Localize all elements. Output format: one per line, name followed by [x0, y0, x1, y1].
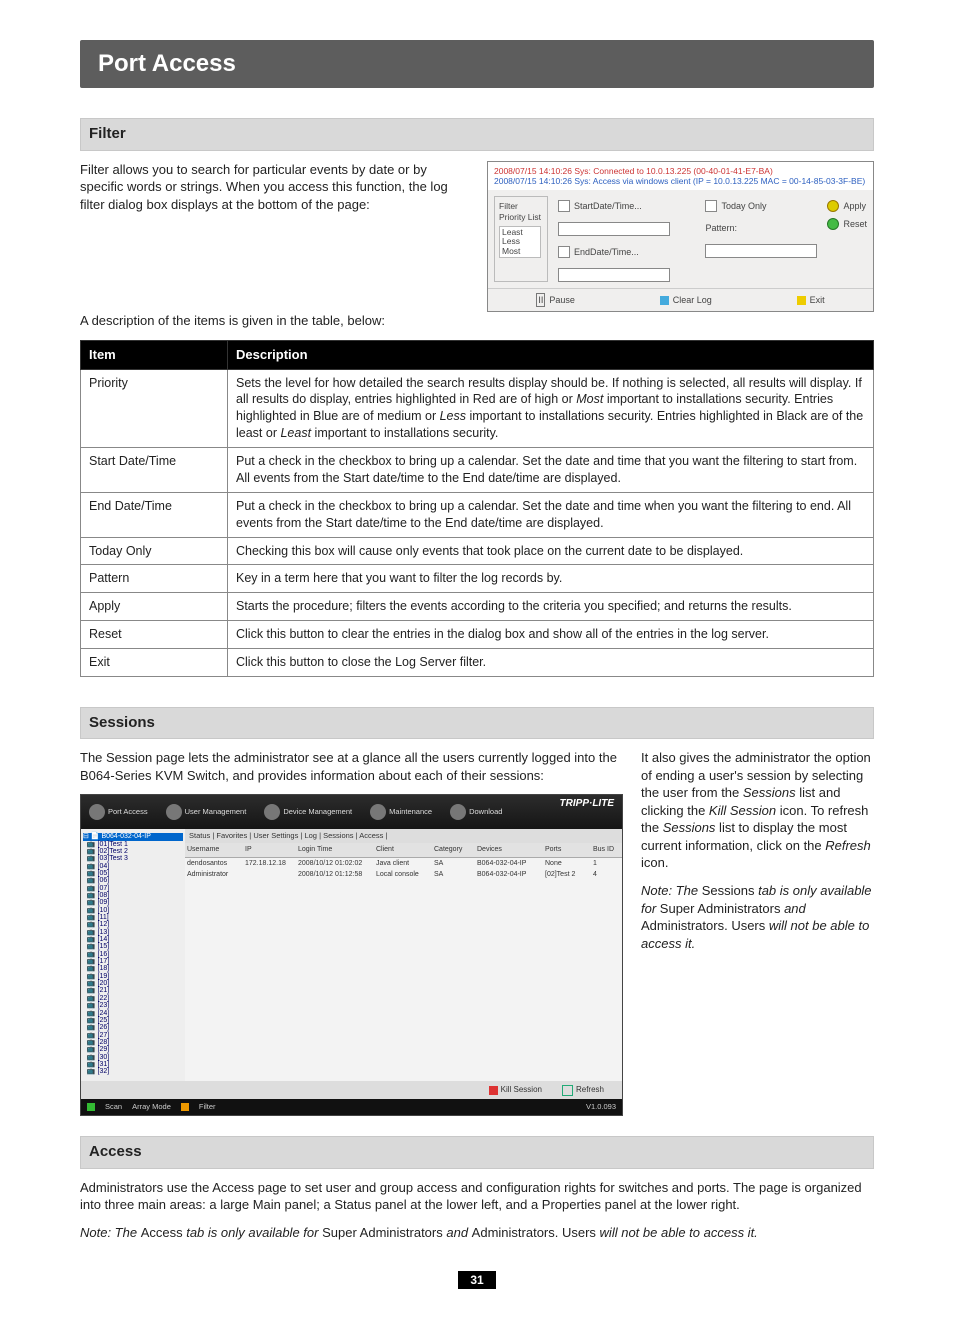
table-row: End Date/TimePut a check in the checkbox…: [81, 492, 874, 537]
end-date-checkbox[interactable]: [558, 246, 570, 258]
refresh-icon: [562, 1085, 573, 1096]
table-header-description: Description: [228, 340, 874, 369]
page-number: 31: [80, 1271, 874, 1289]
page-title-banner: Port Access: [80, 40, 874, 88]
filter-heading: Filter: [80, 118, 874, 150]
filter-dialog-screenshot: 2008/07/15 14:10:26 Sys: Connected to 10…: [487, 161, 874, 313]
kill-session-button[interactable]: Kill Session: [489, 1085, 542, 1096]
nav-icon: [264, 804, 280, 820]
access-heading: Access: [80, 1136, 874, 1168]
table-row: Today OnlyChecking this box will cause o…: [81, 537, 874, 565]
tripplite-logo: TRIPP·LITE: [560, 797, 614, 811]
table-intro: A description of the items is given in t…: [80, 312, 874, 330]
sessions-right-para1: It also gives the administrator the opti…: [641, 749, 874, 872]
sessions-screenshot: TRIPP·LITE Port Access User Management D…: [80, 794, 623, 1116]
pattern-input[interactable]: [705, 244, 817, 258]
filter-items-table: Item Description Priority Sets the level…: [80, 340, 874, 677]
access-note: Note: The Access tab is only available f…: [80, 1224, 874, 1242]
table-header-item: Item: [81, 340, 228, 369]
nav-icon: [370, 804, 386, 820]
end-date-label: EndDate/Time...: [574, 246, 639, 258]
sessions-table-row: Administrator 2008/10/12 01:12:58 Local …: [185, 869, 622, 880]
nav-icon: [89, 804, 105, 820]
table-row: Start Date/TimePut a check in the checkb…: [81, 448, 874, 493]
start-date-label: StartDate/Time...: [574, 200, 642, 212]
filter-intro: Filter allows you to search for particul…: [80, 161, 467, 214]
today-only-label: Today Only: [721, 200, 766, 212]
apply-button[interactable]: Apply: [827, 200, 867, 212]
table-row: ApplyStarts the procedure; filters the e…: [81, 593, 874, 621]
end-date-input[interactable]: [558, 268, 670, 282]
clear-log-button[interactable]: Clear Log: [660, 293, 712, 307]
main-tabs: Status | Favorites | User Settings | Log…: [185, 829, 622, 843]
top-nav: Port Access User Management Device Manag…: [81, 795, 622, 829]
table-row: Priority Sets the level for how detailed…: [81, 369, 874, 448]
start-date-checkbox[interactable]: [558, 200, 570, 212]
table-row: PatternKey in a term here that you want …: [81, 565, 874, 593]
filter-icon: [181, 1103, 189, 1111]
log-line-2: 2008/07/15 14:10:26 Sys: Access via wind…: [488, 176, 873, 190]
refresh-button[interactable]: Refresh: [562, 1085, 604, 1096]
kill-icon: [489, 1086, 498, 1095]
today-only-checkbox[interactable]: [705, 200, 717, 212]
start-date-input[interactable]: [558, 222, 670, 236]
exit-button[interactable]: Exit: [797, 293, 825, 307]
table-row: ResetClick this button to clear the entr…: [81, 621, 874, 649]
scan-icon: [87, 1103, 95, 1111]
sessions-heading: Sessions: [80, 707, 874, 739]
sessions-table-header: Username IP Login Time Client Category D…: [185, 843, 622, 857]
nav-icon: [166, 804, 182, 820]
reset-button[interactable]: Reset: [827, 218, 867, 230]
nav-icon: [450, 804, 466, 820]
priority-list-panel: FilterPriority List Least Less Most: [494, 196, 548, 282]
sessions-left-para: The Session page lets the administrator …: [80, 749, 621, 784]
version-label: V1.0.093: [586, 1102, 616, 1112]
port-tree: ⊟ 📄 B064-032-04-IP 📺 [01]Test 1 📺 [02]Te…: [81, 829, 185, 1091]
pattern-label: Pattern:: [705, 222, 737, 234]
sessions-table-row: dendosantos 172.18.12.18 2008/10/12 01:0…: [185, 858, 622, 869]
sessions-note: Note: The Sessions tab is only available…: [641, 882, 874, 952]
pause-button[interactable]: IIPause: [536, 293, 575, 307]
log-line-1: 2008/07/15 14:10:26 Sys: Connected to 10…: [488, 162, 873, 176]
access-para: Administrators use the Access page to se…: [80, 1179, 874, 1214]
table-row: ExitClick this button to close the Log S…: [81, 649, 874, 677]
